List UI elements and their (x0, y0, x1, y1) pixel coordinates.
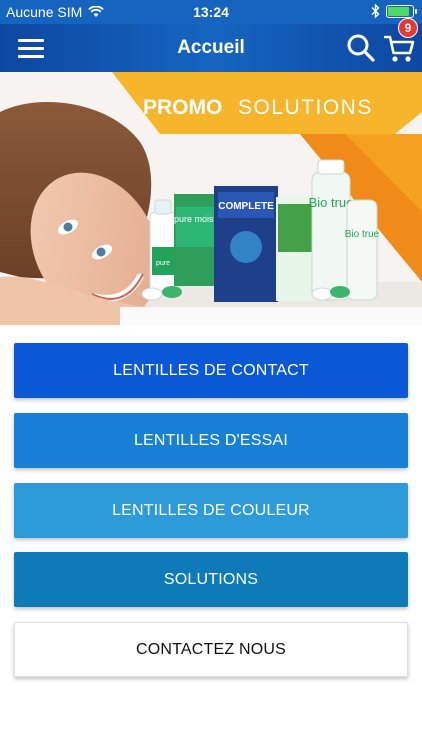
product-bottle-optifree: pure (149, 199, 177, 295)
promo-banner-image: pure pure moist COMPLETE Bio true Bio tr… (0, 72, 422, 325)
product-box-green (276, 197, 316, 301)
solutions-button[interactable]: SOLUTIONS (14, 552, 408, 607)
nav-bar: Accueil 9 (0, 18, 422, 72)
product-bottle-biotrue-2: Bio true (345, 199, 380, 301)
status-right-group (371, 4, 417, 18)
promo-banner[interactable]: pure pure moist COMPLETE Bio true Bio tr… (0, 72, 422, 325)
status-bar: Aucune SIM 13:24 (0, 0, 422, 24)
promo-solutions-text: SOLUTIONS (238, 96, 373, 119)
contact-us-button[interactable]: CONTACTEZ NOUS (14, 622, 408, 677)
contact-lenses-button[interactable]: LENTILLES DE CONTACT (14, 343, 408, 398)
status-time: 13:24 (193, 4, 229, 20)
trial-lenses-button[interactable]: LENTILLES D'ESSAI (14, 413, 408, 468)
product-label-puremoist-small: pure (156, 260, 170, 267)
battery-icon (386, 4, 417, 18)
color-lenses-button[interactable]: LENTILLES DE COULEUR (14, 483, 408, 538)
cart-count-badge: 9 (398, 18, 418, 38)
bluetooth-icon (371, 4, 380, 18)
product-box-complete: COMPLETE (214, 186, 278, 302)
product-box-puremoist: pure moist (174, 194, 217, 286)
search-icon[interactable] (346, 33, 376, 63)
promo-text: PROMO (143, 96, 222, 119)
product-label-complete: COMPLETE (218, 201, 274, 212)
product-label-biotrue-2: Bio true (345, 229, 380, 240)
shopping-cart-icon[interactable] (384, 34, 416, 64)
product-label-puremoist: pure moist (174, 214, 217, 224)
